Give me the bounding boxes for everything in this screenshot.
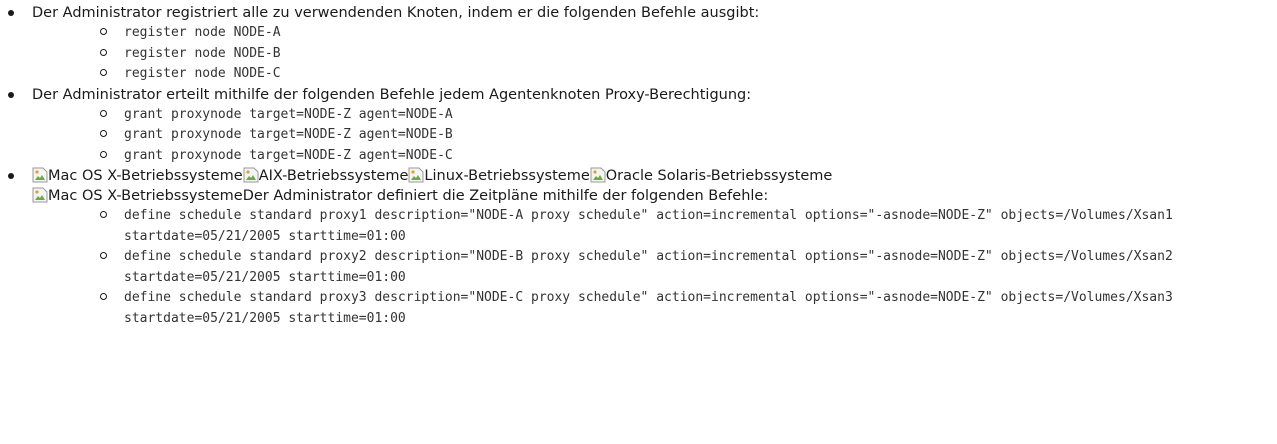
circle-bullet-icon xyxy=(100,48,107,56)
circle-bullet-icon xyxy=(100,109,107,117)
circle-bullet-icon xyxy=(100,69,107,76)
command-text: register node NODE-B xyxy=(124,45,281,61)
os-label-line: Mac OS X-Betriebssysteme AIX-Betriebssyst… xyxy=(32,166,1277,186)
command-text: define schedule standard proxy2 descript… xyxy=(124,249,1181,285)
command-item: define schedule standard proxy1 descript… xyxy=(92,206,1232,247)
command-item: grant proxynode target=NODE-Z agent=NODE… xyxy=(92,125,1277,146)
command-list: define schedule standard proxy1 descript… xyxy=(32,206,1277,329)
command-list: grant proxynode target=NODE-Z agent=NODE… xyxy=(32,105,1277,167)
document-page: Der Administrator registriert alle zu ve… xyxy=(0,0,1277,444)
step-text: Der Administrator erteilt mithilfe der f… xyxy=(32,86,752,103)
command-item: define schedule standard proxy2 descript… xyxy=(92,247,1232,288)
bullet-icon xyxy=(8,173,14,179)
os-label-macos: Mac OS X-Betriebssysteme xyxy=(32,167,243,184)
broken-image-icon xyxy=(32,167,48,183)
command-item: register node NODE-C xyxy=(92,64,1277,85)
command-text: define schedule standard proxy1 descript… xyxy=(124,208,1181,244)
circle-bullet-icon xyxy=(100,28,107,35)
circle-bullet-icon xyxy=(100,211,107,218)
broken-image-icon xyxy=(32,187,48,203)
command-text: grant proxynode target=NODE-Z agent=NODE… xyxy=(124,127,453,142)
command-list: register node NODE-A register node NODE-… xyxy=(32,23,1277,85)
command-text: register node NODE-C xyxy=(124,66,281,81)
broken-image-icon xyxy=(590,167,606,183)
os-label-linux: Linux-Betriebssysteme xyxy=(408,167,590,184)
step-text: Der Administrator registriert alle zu ve… xyxy=(32,5,760,21)
command-item: define schedule standard proxy3 descript… xyxy=(92,288,1232,329)
command-item: register node NODE-B xyxy=(92,44,1277,65)
list-item-grant: Der Administrator erteilt mithilfe der f… xyxy=(0,85,1277,167)
os-label-solaris: Oracle Solaris-Betriebssysteme xyxy=(590,167,832,184)
instruction-list: Der Administrator registriert alle zu ve… xyxy=(0,3,1277,329)
command-item: register node NODE-A xyxy=(92,23,1277,44)
command-text: grant proxynode target=NODE-Z agent=NODE… xyxy=(124,147,453,163)
command-item: grant proxynode target=NODE-Z agent=NODE… xyxy=(92,105,1277,126)
broken-image-icon xyxy=(408,167,424,183)
circle-bullet-icon xyxy=(100,150,107,158)
schedule-intro-line: Mac OS X-BetriebssystemeDer Administrato… xyxy=(32,186,1277,206)
bullet-icon xyxy=(8,91,14,98)
list-item-schedule: Mac OS X-Betriebssysteme AIX-Betriebssyst… xyxy=(0,166,1277,329)
circle-bullet-icon xyxy=(100,293,107,300)
circle-bullet-icon xyxy=(100,130,107,137)
step-text: Der Administrator definiert die Zeitplän… xyxy=(242,188,769,204)
os-label-macos-2: Mac OS X-Betriebssysteme xyxy=(48,188,243,204)
command-text: define schedule standard proxy3 descript… xyxy=(124,290,1181,326)
command-item: grant proxynode target=NODE-Z agent=NODE… xyxy=(92,146,1277,167)
os-label-aix: AIX-Betriebssysteme xyxy=(243,167,408,184)
list-item-register: Der Administrator registriert alle zu ve… xyxy=(0,3,1277,85)
command-text: register node NODE-A xyxy=(124,25,281,40)
broken-image-icon xyxy=(243,167,259,183)
command-text: grant proxynode target=NODE-Z agent=NODE… xyxy=(124,106,453,122)
bullet-icon xyxy=(8,10,14,16)
circle-bullet-icon xyxy=(100,252,107,259)
